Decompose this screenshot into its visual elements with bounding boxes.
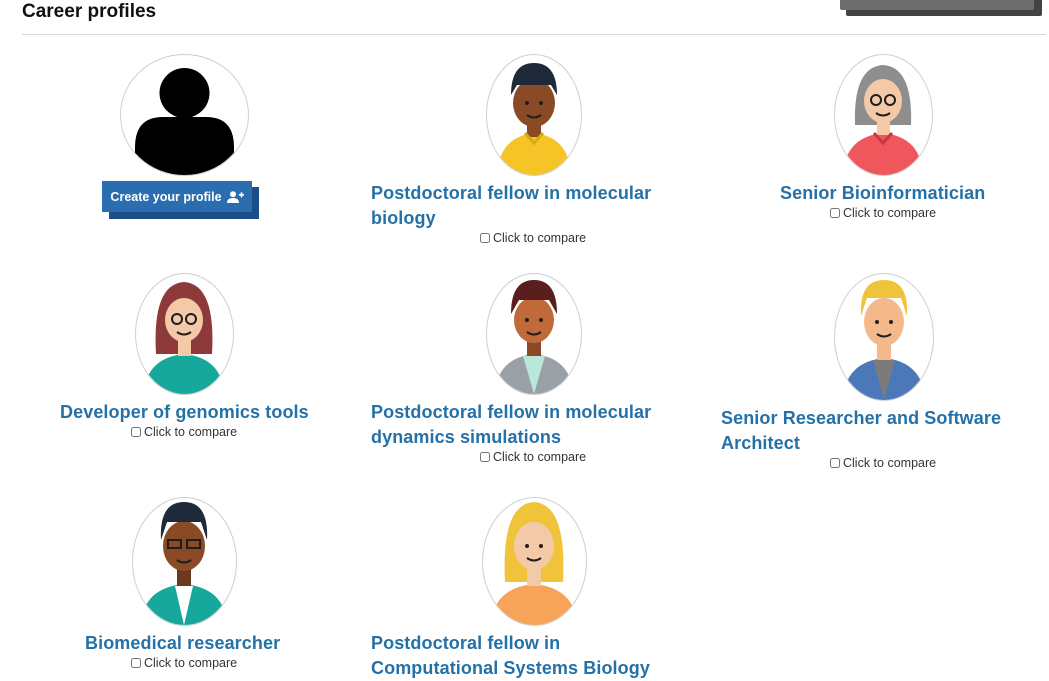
woman-blond-orange-shirt-icon[interactable] bbox=[482, 497, 587, 626]
create-profile-label: Create your profile bbox=[110, 189, 222, 204]
user-silhouette-icon bbox=[120, 54, 249, 176]
man-yellow-shirt-icon[interactable] bbox=[486, 54, 582, 176]
compare-checkbox-label[interactable]: Click to compare bbox=[480, 450, 586, 464]
compare-label: Click to compare bbox=[144, 656, 238, 670]
compare-checkbox-label[interactable]: Click to compare bbox=[830, 206, 936, 220]
page-title: Career profiles bbox=[22, 1, 157, 22]
compare-checkbox[interactable] bbox=[131, 427, 141, 437]
profile-name-link[interactable]: Senior Researcher and Software Architect bbox=[721, 406, 1021, 456]
compare-checkbox-label[interactable]: Click to compare bbox=[131, 425, 237, 439]
profile-name-link[interactable]: Developer of genomics tools bbox=[60, 400, 320, 425]
add-user-icon bbox=[226, 190, 244, 203]
create-profile-button-wrap: Create your profile bbox=[102, 181, 259, 220]
compare-checkbox-label[interactable]: Click to compare bbox=[131, 656, 237, 670]
compare-checkbox[interactable] bbox=[131, 658, 141, 668]
profile-name-link[interactable]: Postdoctoral fellow in molecular biology bbox=[371, 181, 671, 231]
compare-checkbox-label[interactable]: Click to compare bbox=[480, 231, 586, 245]
compare-checkbox[interactable] bbox=[830, 208, 840, 218]
compare-checkbox-label[interactable]: Click to compare bbox=[830, 456, 936, 470]
man-grey-blazer-icon[interactable] bbox=[486, 273, 582, 395]
profile-name-link[interactable]: Senior Bioinformatician bbox=[780, 181, 1040, 206]
compare-label: Click to compare bbox=[493, 231, 587, 245]
man-glasses-teal-jacket-icon[interactable] bbox=[132, 497, 237, 626]
compare-checkbox[interactable] bbox=[830, 458, 840, 468]
compare-label: Click to compare bbox=[144, 425, 238, 439]
profile-name-link[interactable]: Postdoctoral fellow in molecular dynamic… bbox=[371, 400, 671, 450]
create-profile-button[interactable]: Create your profile bbox=[102, 181, 252, 212]
compare-checkbox[interactable] bbox=[480, 452, 490, 462]
woman-red-hair-glasses-icon[interactable] bbox=[135, 273, 234, 395]
compare-label: Click to compare bbox=[843, 456, 937, 470]
compare-checkbox[interactable] bbox=[480, 233, 490, 243]
compare-label: Click to compare bbox=[493, 450, 587, 464]
top-right-button[interactable] bbox=[840, 0, 1034, 10]
man-blond-blue-jacket-icon[interactable] bbox=[834, 273, 934, 401]
title-divider bbox=[22, 34, 1046, 35]
profile-name-link[interactable]: Postdoctoral fellow in Computational Sys… bbox=[371, 631, 671, 681]
compare-label: Click to compare bbox=[843, 206, 937, 220]
profile-name-link[interactable]: Biomedical researcher bbox=[85, 631, 325, 656]
woman-grey-hair-glasses-icon[interactable] bbox=[834, 54, 933, 176]
